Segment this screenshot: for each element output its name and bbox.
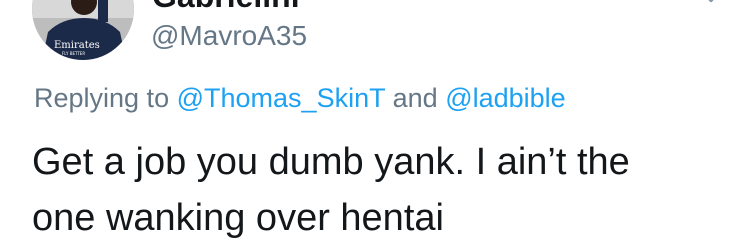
avatar[interactable]: Emirates FLY BETTER bbox=[32, 0, 134, 60]
chevron-down-icon[interactable] bbox=[700, 0, 722, 8]
mention-link-ladbible[interactable]: @ladbible bbox=[445, 83, 566, 113]
author-handle[interactable]: @MavroA35 bbox=[151, 20, 307, 52]
tweet-text-line: Get a job you dumb yank. I ain’t the bbox=[32, 141, 630, 183]
replying-to-label: Replying to bbox=[34, 83, 170, 113]
tweet-text: Get a job you dumb yank. I ain’t the one… bbox=[32, 134, 732, 246]
avatar-sponsor-tagline: FLY BETTER bbox=[62, 51, 85, 56]
replying-to-conjunction: and bbox=[392, 83, 438, 113]
mention-link-thomas-skint[interactable]: @Thomas_SkinT bbox=[177, 83, 386, 113]
avatar-sponsor-text: Emirates bbox=[54, 40, 100, 51]
author-display-name[interactable]: Gabrielini bbox=[152, 0, 300, 15]
tweet-text-line: one wanking over hentai bbox=[32, 197, 444, 239]
replying-to-line: Replying to @Thomas_SkinT and @ladbible bbox=[34, 83, 566, 114]
